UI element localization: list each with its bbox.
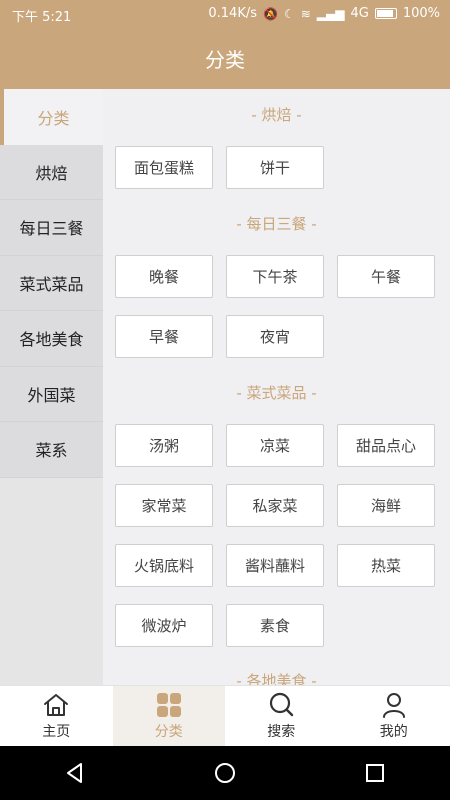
category-chip[interactable]: 素食 bbox=[226, 604, 324, 647]
sidebar-item-label: 菜系 bbox=[35, 441, 68, 461]
nav-label: 主页 bbox=[42, 724, 71, 740]
category-chip[interactable]: 汤粥 bbox=[115, 424, 213, 467]
home-icon bbox=[44, 694, 69, 716]
battery-level: 100% bbox=[402, 6, 440, 21]
category-chip[interactable]: 午餐 bbox=[337, 255, 435, 298]
network-type: 4G bbox=[350, 6, 369, 21]
category-chip[interactable]: 早餐 bbox=[115, 315, 213, 358]
status-indicators: 0.14K/s 🔕 ☾ ≋ ▂▄▆ 4G 100% bbox=[208, 6, 440, 21]
nav-mine[interactable]: 我的 bbox=[338, 686, 450, 746]
page-title: 分类 bbox=[205, 48, 245, 72]
category-chip[interactable]: 甜品点心 bbox=[337, 424, 435, 467]
nav-label: 搜索 bbox=[267, 724, 296, 740]
nav-category[interactable]: 分类 bbox=[112, 686, 225, 746]
status-bar: 下午 5:21 0.14K/s 🔕 ☾ ≋ ▂▄▆ 4G 100% bbox=[0, 0, 450, 28]
category-chip[interactable]: 微波炉 bbox=[115, 604, 213, 647]
sidebar-item-label: 每日三餐 bbox=[19, 219, 84, 239]
home-button[interactable] bbox=[195, 753, 255, 793]
category-chip[interactable]: 晚餐 bbox=[115, 255, 213, 298]
category-chip[interactable]: 火锅底料 bbox=[115, 544, 213, 587]
category-chip[interactable]: 夜宵 bbox=[226, 315, 324, 358]
recents-icon bbox=[366, 764, 384, 782]
battery-icon bbox=[374, 8, 397, 19]
category-icon bbox=[156, 693, 181, 717]
sidebar-item-baking[interactable]: 烘焙 bbox=[0, 144, 103, 200]
home-circle-icon bbox=[215, 763, 235, 783]
nav-home[interactable]: 主页 bbox=[0, 686, 113, 746]
category-chip[interactable]: 酱料蘸料 bbox=[226, 544, 324, 587]
signal-icon: ▂▄▆ bbox=[316, 6, 345, 21]
sidebar-item-daily-meals[interactable]: 每日三餐 bbox=[0, 200, 103, 256]
category-chip[interactable]: 饼干 bbox=[226, 146, 324, 189]
section-title: - 菜式菜品 - bbox=[236, 384, 317, 402]
sidebar-item-all[interactable]: 分类 bbox=[0, 89, 103, 145]
search-icon bbox=[270, 692, 294, 717]
mute-icon: 🔕 bbox=[263, 6, 278, 21]
category-chip[interactable]: 下午茶 bbox=[226, 255, 324, 298]
category-content[interactable]: - 烘焙 - 面包蛋糕 饼干 - 每日三餐 - 晚餐 下午茶 午餐 早餐 夜宵 … bbox=[103, 89, 450, 685]
bottom-nav: 主页 分类 搜索 我的 bbox=[0, 685, 450, 746]
network-speed: 0.14K/s bbox=[208, 6, 257, 21]
section-title: - 每日三餐 - bbox=[236, 215, 317, 233]
sidebar-item-foreign[interactable]: 外国菜 bbox=[0, 366, 103, 422]
back-button[interactable] bbox=[45, 753, 105, 793]
sidebar-item-cuisines[interactable]: 菜系 bbox=[0, 422, 103, 478]
wifi-icon: ≋ bbox=[300, 6, 311, 21]
section-title: - 各地美食 - bbox=[236, 672, 317, 685]
sidebar-item-label: 菜式菜品 bbox=[19, 274, 84, 294]
nav-search[interactable]: 搜索 bbox=[225, 686, 338, 746]
system-nav-bar bbox=[0, 746, 450, 800]
nav-label: 我的 bbox=[379, 724, 408, 740]
sidebar-item-regional[interactable]: 各地美食 bbox=[0, 311, 103, 367]
category-chip[interactable]: 面包蛋糕 bbox=[115, 146, 213, 189]
category-chip[interactable]: 凉菜 bbox=[226, 424, 324, 467]
section-title: - 烘焙 - bbox=[251, 106, 302, 124]
sidebar-item-dishes[interactable]: 菜式菜品 bbox=[0, 255, 103, 311]
user-icon bbox=[382, 693, 405, 718]
category-chip[interactable]: 家常菜 bbox=[115, 484, 213, 527]
status-time: 下午 5:21 bbox=[12, 10, 72, 25]
app-bar: 分类 bbox=[0, 28, 450, 89]
sidebar-item-label: 分类 bbox=[37, 108, 70, 128]
recents-button[interactable] bbox=[345, 753, 405, 793]
category-chip[interactable]: 私家菜 bbox=[226, 484, 324, 527]
category-chip[interactable]: 热菜 bbox=[337, 544, 435, 587]
category-sidebar: 分类 烘焙 每日三餐 菜式菜品 各地美食 外国菜 菜系 bbox=[0, 89, 103, 685]
moon-icon: ☾ bbox=[283, 6, 295, 21]
category-chip[interactable]: 海鲜 bbox=[337, 484, 435, 527]
sidebar-item-label: 外国菜 bbox=[27, 385, 76, 405]
sidebar-item-label: 烘焙 bbox=[35, 163, 68, 183]
sidebar-item-label: 各地美食 bbox=[19, 330, 84, 350]
nav-label: 分类 bbox=[154, 724, 183, 740]
back-icon bbox=[67, 763, 82, 783]
